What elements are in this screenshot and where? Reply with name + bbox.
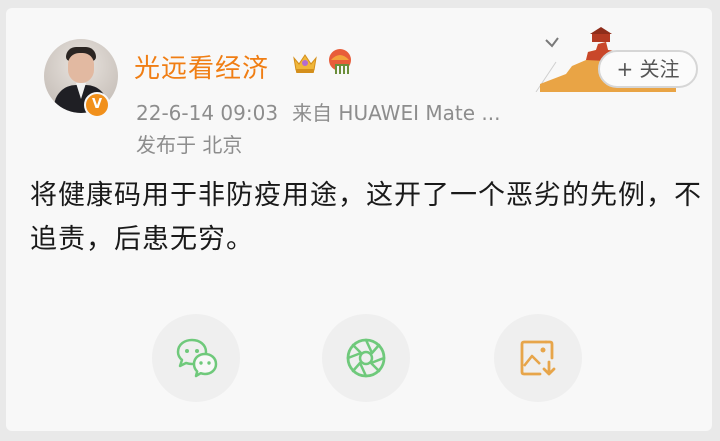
- fan-badge-icon: [329, 49, 351, 74]
- moments-icon: [346, 338, 386, 378]
- post-content: 将健康码用于非防疫用途，这开了一个恶劣的先例，不追责，后患无穷。: [30, 180, 702, 255]
- share-moments-button[interactable]: [322, 314, 410, 402]
- crown-icon: [293, 54, 317, 73]
- post-timestamp: 22-6-14 09:03: [136, 101, 279, 125]
- save-image-button[interactable]: [494, 314, 582, 402]
- author-name[interactable]: 光远看经济: [134, 48, 269, 85]
- wechat-icon: [176, 338, 218, 378]
- share-wechat-button[interactable]: [152, 314, 240, 402]
- post-location: 发布于 北京: [136, 133, 243, 157]
- follow-button[interactable]: + 关注: [598, 50, 698, 88]
- post-meta: 22-6-14 09:03 来自 HUAWEI Mate ...: [136, 97, 514, 126]
- save-image-icon: [520, 340, 556, 376]
- weibo-post-card: V 光远看经济 22-6-14 09:03 来自 HUAWEI Mate ... …: [6, 8, 712, 431]
- verified-badge: V: [84, 92, 110, 118]
- post-source: 来自 HUAWEI Mate ...: [292, 101, 501, 125]
